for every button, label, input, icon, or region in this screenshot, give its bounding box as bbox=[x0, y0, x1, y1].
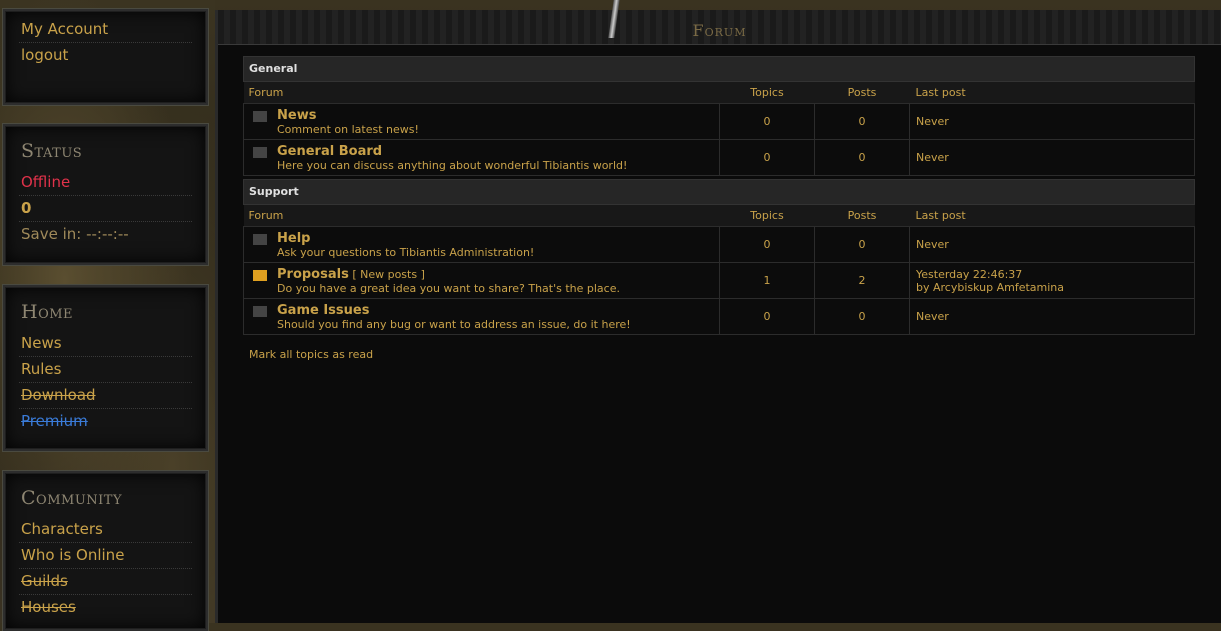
forum-table-support: Support Forum Topics Posts Last post Hel… bbox=[243, 179, 1195, 335]
forum-row: Game Issues Should you find any bug or w… bbox=[243, 298, 1195, 335]
nav-guilds[interactable]: Guilds bbox=[19, 569, 192, 595]
col-forum: Forum bbox=[243, 81, 720, 104]
forum-name[interactable]: Help bbox=[277, 231, 534, 246]
col-last-post: Last post bbox=[909, 81, 1195, 104]
forum-desc: Ask your questions to Tibiantis Administ… bbox=[277, 245, 535, 259]
forum-name[interactable]: Game Issues bbox=[277, 303, 631, 318]
folder-icon bbox=[253, 233, 267, 245]
status-state: Offline bbox=[19, 170, 192, 196]
forum-table-general: General Forum Topics Posts Last post New… bbox=[243, 56, 1195, 176]
col-posts: Posts bbox=[814, 204, 910, 227]
my-account-link[interactable]: My Account bbox=[19, 17, 192, 43]
nav-news[interactable]: News bbox=[19, 331, 192, 357]
forum-row: Proposals [ New posts ] Do you have a gr… bbox=[243, 262, 1195, 299]
forum-row: General Board Here you can discuss anyth… bbox=[243, 139, 1195, 176]
forum-name[interactable]: General Board bbox=[277, 144, 627, 159]
nav-characters[interactable]: Characters bbox=[19, 517, 192, 543]
topics-count: 0 bbox=[719, 298, 815, 335]
forum-name[interactable]: News bbox=[277, 108, 419, 123]
forum-name[interactable]: Proposals bbox=[277, 267, 349, 282]
nav-houses[interactable]: Houses bbox=[19, 595, 192, 620]
topics-count: 0 bbox=[719, 226, 815, 263]
status-panel: Status Offline 0 Save in: --:--:-- bbox=[2, 123, 209, 266]
folder-icon bbox=[253, 110, 267, 122]
col-posts: Posts bbox=[814, 81, 910, 104]
topics-count: 0 bbox=[719, 139, 815, 176]
posts-count: 0 bbox=[814, 298, 910, 335]
sidebar: My Account logout Status Offline 0 Save … bbox=[0, 0, 215, 631]
nav-download[interactable]: Download bbox=[19, 383, 192, 409]
forum-row: Help Ask your questions to Tibiantis Adm… bbox=[243, 226, 1195, 263]
nav-who-is-online[interactable]: Who is Online bbox=[19, 543, 192, 569]
col-topics: Topics bbox=[719, 81, 815, 104]
community-panel: Community Characters Who is Online Guild… bbox=[2, 470, 209, 631]
logout-link[interactable]: logout bbox=[19, 43, 192, 68]
nav-rules[interactable]: Rules bbox=[19, 357, 192, 383]
nav-premium[interactable]: Premium bbox=[19, 409, 192, 434]
forum-desc: Here you can discuss anything about wond… bbox=[277, 158, 628, 172]
last-post: Yesterday 22:46:37 by Arcybiskup Amfetam… bbox=[909, 262, 1195, 299]
forum-row: News Comment on latest news! 0 0 Never bbox=[243, 103, 1195, 140]
col-topics: Topics bbox=[719, 204, 815, 227]
last-post: Never bbox=[909, 226, 1195, 263]
category-title: Support bbox=[243, 179, 1195, 205]
posts-count: 2 bbox=[814, 262, 910, 299]
home-title: Home bbox=[21, 301, 74, 323]
col-forum: Forum bbox=[243, 204, 720, 227]
mark-all-read-link[interactable]: Mark all topics as read bbox=[249, 348, 373, 361]
status-title: Status bbox=[21, 140, 83, 162]
save-timer: Save in: --:--:-- bbox=[21, 225, 129, 243]
last-post-time[interactable]: Yesterday 22:46:37 bbox=[916, 268, 1193, 281]
last-post: Never bbox=[909, 103, 1195, 140]
folder-icon bbox=[253, 146, 267, 158]
posts-count: 0 bbox=[814, 139, 910, 176]
last-post: Never bbox=[909, 298, 1195, 335]
community-title: Community bbox=[21, 487, 123, 509]
category-title: General bbox=[243, 56, 1195, 82]
topics-count: 0 bbox=[719, 103, 815, 140]
last-post: Never bbox=[909, 139, 1195, 176]
topics-count: 1 bbox=[719, 262, 815, 299]
forum-desc: Do you have a great idea you want to sha… bbox=[277, 281, 620, 295]
forum-title: Forum bbox=[692, 21, 747, 40]
posts-count: 0 bbox=[814, 226, 910, 263]
forum-desc: Should you find any bug or want to addre… bbox=[277, 317, 631, 331]
status-value: 0 bbox=[19, 196, 192, 222]
posts-count: 0 bbox=[814, 103, 910, 140]
col-last-post: Last post bbox=[909, 204, 1195, 227]
forum-header: Forum bbox=[218, 0, 1221, 45]
forum-desc: Comment on latest news! bbox=[277, 122, 419, 136]
new-posts-folder-icon bbox=[253, 269, 267, 281]
last-post-author[interactable]: by Arcybiskup Amfetamina bbox=[916, 281, 1193, 294]
main-content: Forum General Forum Topics Posts Last po… bbox=[215, 0, 1221, 623]
account-panel: My Account logout bbox=[2, 8, 209, 106]
home-panel: Home News Rules Download Premium bbox=[2, 284, 209, 452]
new-posts-link[interactable]: [ New posts ] bbox=[352, 268, 425, 281]
folder-icon bbox=[253, 305, 267, 317]
